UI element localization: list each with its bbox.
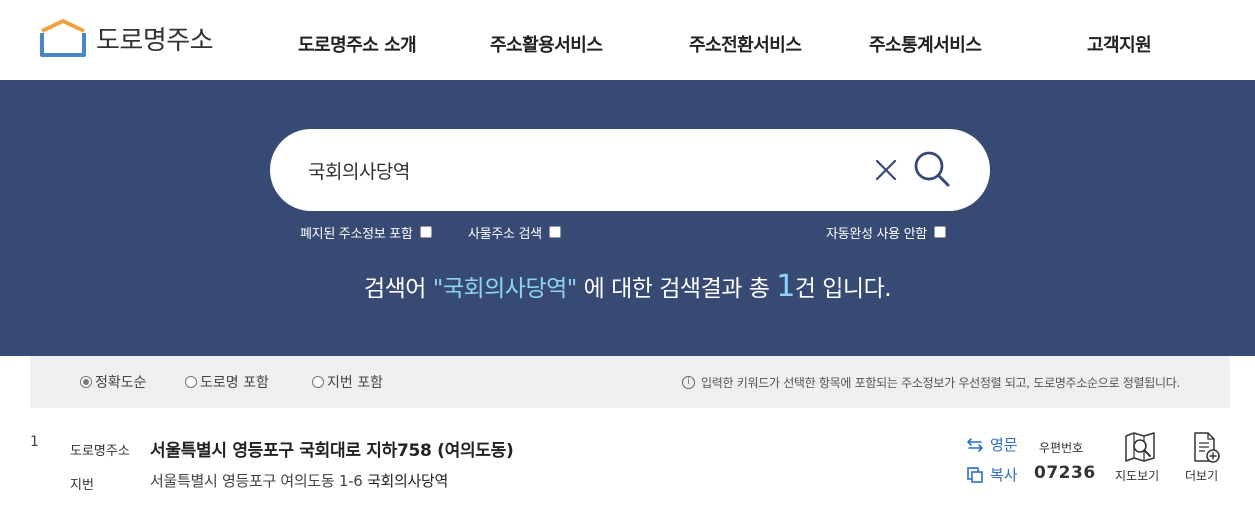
road-address-label: 도로명주소 [70, 444, 130, 459]
building-name: 국회의사당역 [366, 472, 448, 490]
map-view-button[interactable] [1110, 430, 1170, 468]
thing-address-label: 사물주소 검색 [468, 226, 542, 242]
autocomplete-checkbox[interactable] [933, 226, 946, 238]
search-button[interactable] [910, 147, 954, 191]
result-middle: 에 대한 검색결과 총 [576, 276, 777, 302]
sort-accuracy-radio[interactable]: 정확도순 [80, 372, 147, 392]
search-band: 폐지된 주소정보 포함 사물주소 검색 자동완성 사용 안함 검색어 "국회의사… [0, 80, 1255, 356]
nav-statistics[interactable]: 주소통계서비스 [869, 31, 982, 57]
sort-jibun-label: 지번 포함 [327, 375, 383, 391]
sort-bar: 정확도순 도로명 포함 지번 포함 i 입력한 키워드가 선택한 항목에 포함되… [30, 356, 1230, 408]
jibun-address: 서울특별시 영등포구 여의도동 1-6 [150, 472, 363, 490]
nav-support[interactable]: 고객지원 [1087, 31, 1152, 57]
sort-jibun-radio[interactable]: 지번 포함 [312, 372, 383, 392]
radio-icon [185, 376, 197, 388]
copy-label: 복사 [990, 466, 1018, 484]
jibun-label: 지번 [70, 478, 94, 493]
site-header: 도로명주소 도로명주소 소개 주소활용서비스 주소전환서비스 주소통계서비스 고… [0, 0, 1255, 80]
nav-intro[interactable]: 도로명주소 소개 [298, 31, 417, 57]
sort-road-label: 도로명 포함 [200, 375, 269, 391]
radio-icon [312, 376, 324, 388]
result-number: 1 [30, 434, 39, 450]
result-summary: 검색어 "국회의사당역" 에 대한 검색결과 총 1건 입니다. [0, 269, 1255, 304]
more-label: 더보기 [1185, 469, 1219, 483]
thing-address-option[interactable]: 사물주소 검색 [468, 222, 561, 242]
result-count: 1 [776, 269, 795, 304]
result-prefix: 검색어 [363, 276, 433, 302]
result-keyword: "국회의사당역" [432, 276, 578, 302]
search-box [270, 129, 990, 211]
more-button[interactable] [1174, 430, 1234, 468]
copy-icon [967, 466, 983, 483]
radio-selected-icon [80, 376, 92, 388]
autocomplete-label: 자동완성 사용 안함 [826, 226, 927, 242]
search-icon [914, 151, 950, 187]
autocomplete-option[interactable]: 자동완성 사용 안함 [826, 222, 946, 242]
road-address: 서울특별시 영등포구 국회대로 지하758 (여의도동) [150, 441, 514, 461]
clear-search-button[interactable] [870, 153, 902, 187]
nav-conversion[interactable]: 주소전환서비스 [689, 31, 802, 57]
main-nav: 도로명주소 소개 주소활용서비스 주소전환서비스 주소통계서비스 고객지원 [0, 31, 1255, 57]
result-suffix: 건 입니다. [794, 276, 892, 302]
include-abolished-label: 폐지된 주소정보 포함 [300, 226, 413, 242]
thing-address-checkbox[interactable] [548, 226, 561, 238]
nav-utilization[interactable]: 주소활용서비스 [490, 31, 603, 57]
copy-address-button[interactable]: 복사 [966, 464, 1018, 485]
zip-code: 07236 [1034, 463, 1096, 483]
include-abolished-option[interactable]: 폐지된 주소정보 포함 [300, 222, 432, 242]
sort-info-text: 입력한 키워드가 선택한 항목에 포함되는 주소정보가 우선정렬 되고, 도로명… [700, 376, 1180, 390]
swap-arrows-icon [967, 437, 983, 452]
search-input[interactable] [308, 151, 848, 189]
zip-code-label: 우편번호 [1039, 441, 1084, 455]
info-icon: i [681, 376, 695, 389]
english-label: 영문 [990, 436, 1018, 454]
sort-info: i 입력한 키워드가 선택한 항목에 포함되는 주소정보가 우선정렬 되고, 도… [681, 374, 1180, 391]
sort-road-radio[interactable]: 도로명 포함 [185, 372, 269, 392]
include-abolished-checkbox[interactable] [419, 226, 432, 238]
map-search-icon [1125, 432, 1155, 462]
sort-accuracy-label: 정확도순 [95, 375, 147, 391]
english-address-button[interactable]: 영문 [966, 434, 1018, 455]
map-view-label: 지도보기 [1115, 469, 1160, 483]
document-plus-icon [1194, 432, 1220, 463]
close-icon [875, 159, 897, 181]
jibun-address-line: 서울특별시 영등포구 여의도동 1-6 국회의사당역 [150, 470, 448, 491]
